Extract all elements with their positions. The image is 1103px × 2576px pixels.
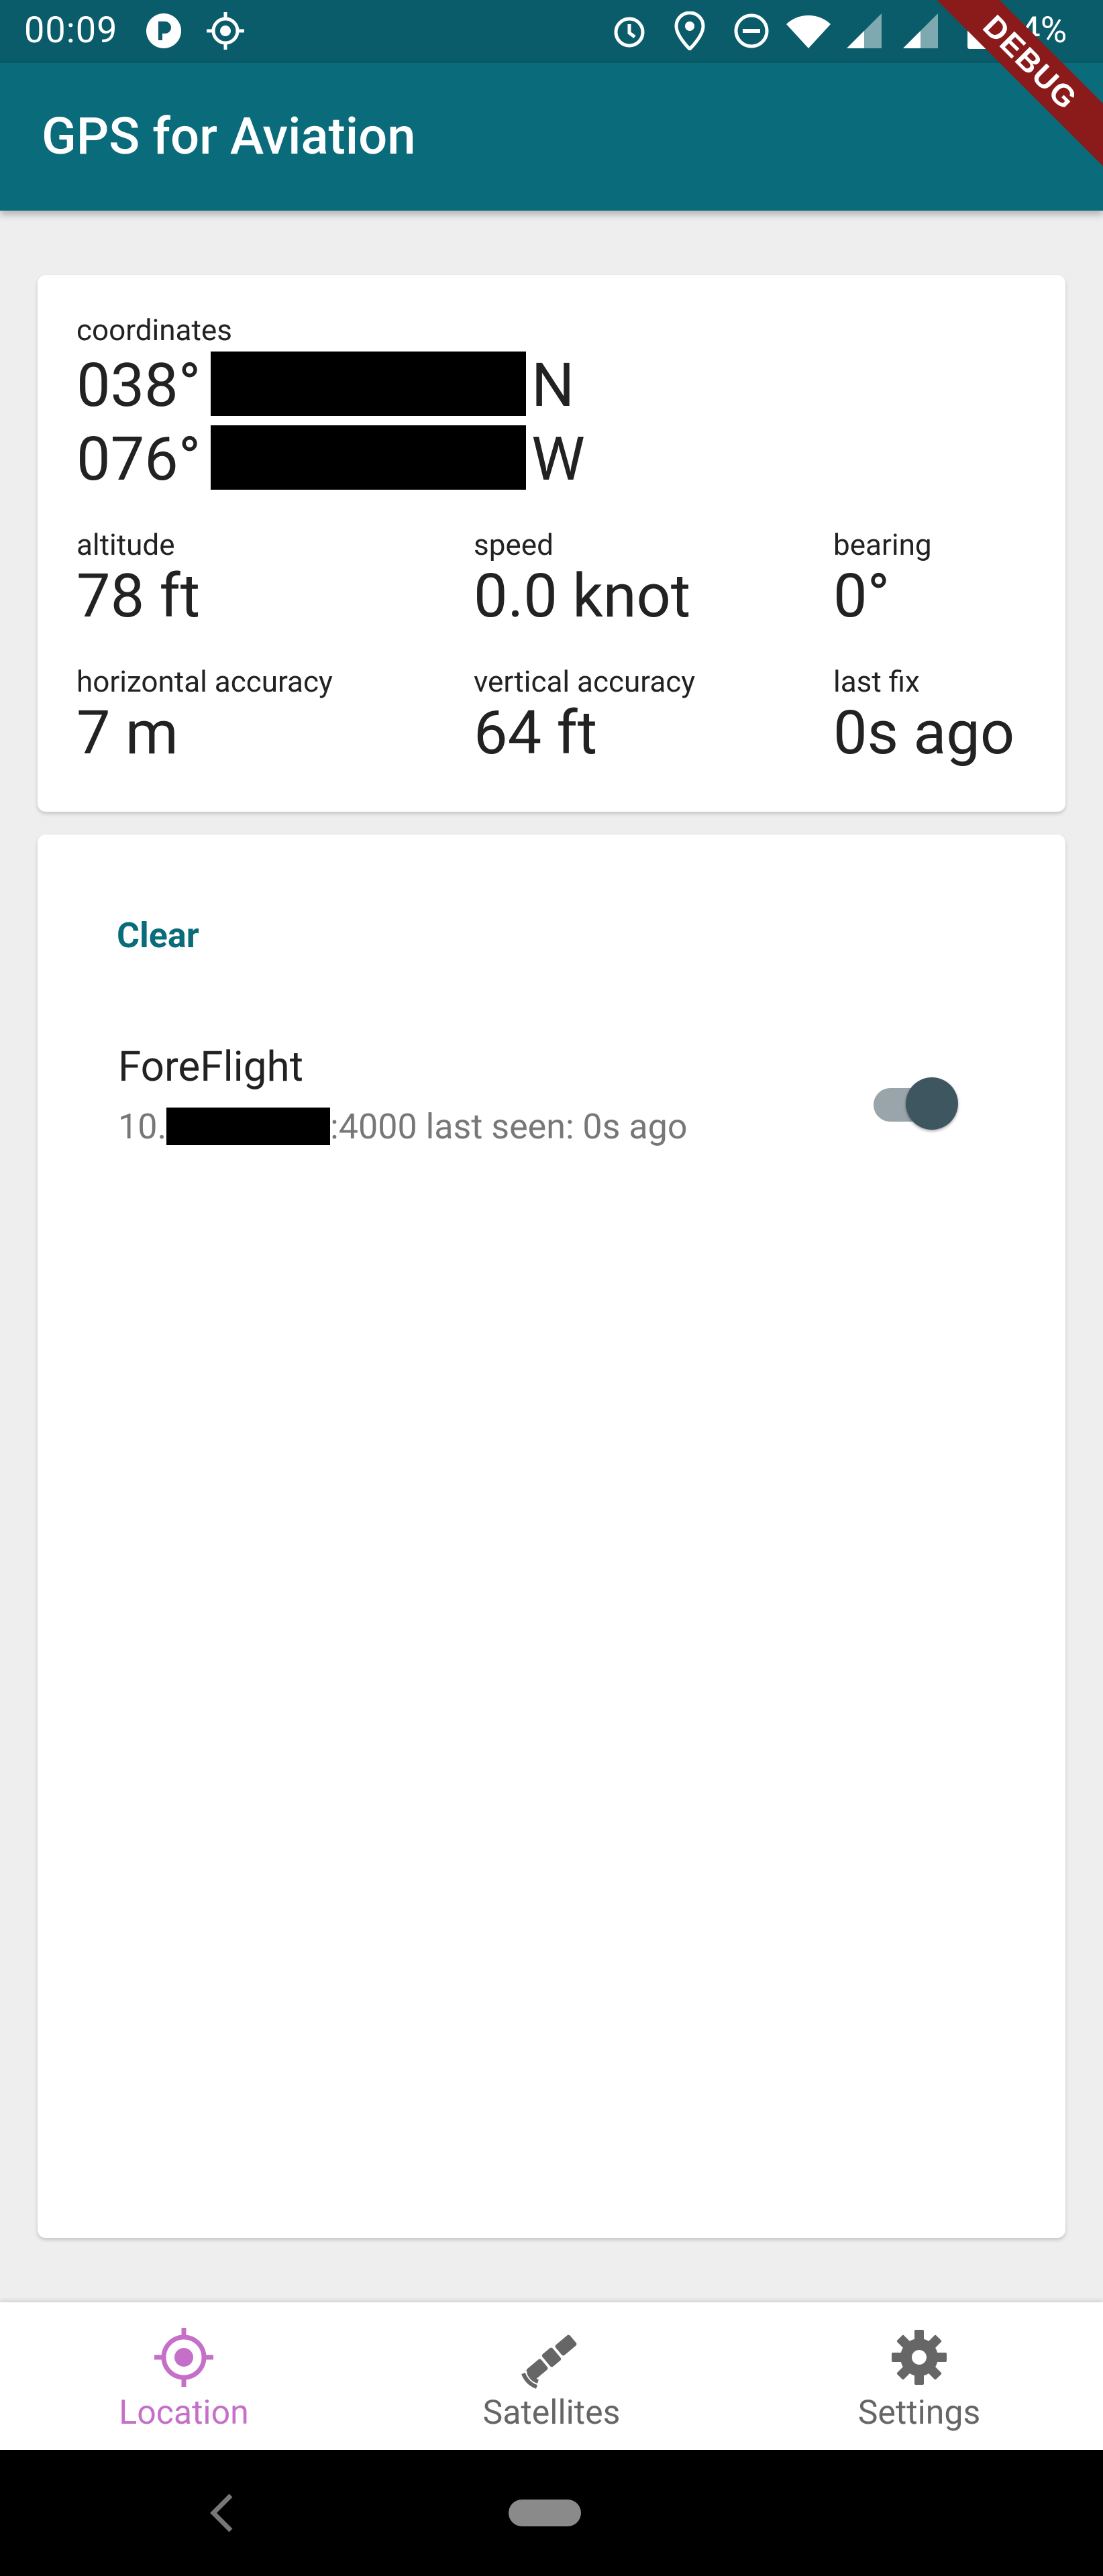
speed-label: speed bbox=[474, 527, 554, 562]
vertical-accuracy-label: vertical accuracy bbox=[474, 664, 696, 699]
nav-satellites-label: Satellites bbox=[482, 2394, 621, 2432]
longitude-direction: W bbox=[531, 424, 585, 494]
connection-toggle[interactable] bbox=[860, 1065, 967, 1139]
app-title: GPS for Aviation bbox=[42, 106, 416, 166]
bearing-label: bearing bbox=[833, 527, 932, 562]
horizontal-accuracy-value: 7 m bbox=[76, 698, 178, 768]
vertical-accuracy-value: 64 ft bbox=[474, 698, 598, 768]
bottom-navigation: Location Satellites Settings bbox=[0, 2302, 1103, 2450]
last-fix-value: 0s ago bbox=[833, 698, 1015, 768]
altitude-value: 78 ft bbox=[76, 561, 201, 631]
connection-item: ForeFlight 10. :4000 last seen: 0s ago bbox=[38, 835, 1065, 1170]
bearing-value: 0° bbox=[833, 561, 890, 631]
debug-banner: DEBUG bbox=[888, 0, 1103, 215]
location-info-card: coordinates 038° N 076° W altitude 78 ft… bbox=[38, 275, 1065, 812]
altitude-label: altitude bbox=[76, 527, 175, 562]
longitude-redacted bbox=[211, 425, 526, 490]
debug-banner-label: DEBUG bbox=[920, 0, 1103, 173]
nav-location[interactable]: Location bbox=[0, 2302, 368, 2450]
toggle-thumb bbox=[906, 1077, 958, 1130]
app-notification-icon bbox=[145, 11, 182, 51]
latitude-direction: N bbox=[531, 350, 575, 421]
longitude-degrees: 076° bbox=[76, 424, 201, 494]
nav-settings-label: Settings bbox=[857, 2394, 981, 2432]
wifi-icon bbox=[785, 11, 832, 51]
location-pin-icon bbox=[674, 11, 706, 51]
last-fix-label: last fix bbox=[833, 664, 920, 699]
connection-name: ForeFlight bbox=[118, 1042, 303, 1091]
signal-icon bbox=[844, 11, 884, 51]
nav-settings[interactable]: Settings bbox=[735, 2302, 1103, 2450]
gear-icon bbox=[889, 2324, 949, 2391]
home-pill[interactable] bbox=[509, 2500, 581, 2526]
connections-card: Clear ForeFlight 10.:4000 last seen: 0s … bbox=[38, 835, 1065, 2238]
alarm-icon bbox=[611, 11, 648, 51]
connection-address-prefix: 10. bbox=[118, 1106, 167, 1147]
nav-satellites[interactable]: Satellites bbox=[368, 2302, 735, 2450]
satellite-icon bbox=[519, 2324, 584, 2391]
speed-value: 0.0 knot bbox=[474, 561, 691, 631]
coordinates-label: coordinates bbox=[76, 313, 232, 347]
location-target-icon bbox=[205, 11, 246, 51]
connection-detail: 10. :4000 last seen: 0s ago bbox=[118, 1106, 688, 1147]
nav-location-label: Location bbox=[119, 2394, 249, 2432]
gps-target-icon bbox=[152, 2324, 216, 2391]
address-redacted bbox=[166, 1108, 331, 1145]
system-nav-bar bbox=[0, 2450, 1103, 2576]
back-icon[interactable] bbox=[205, 2491, 239, 2537]
horizontal-accuracy-label: horizontal accuracy bbox=[76, 664, 333, 699]
latitude-degrees: 038° bbox=[76, 350, 201, 421]
status-time: 00:09 bbox=[24, 9, 118, 52]
latitude-redacted bbox=[211, 352, 526, 416]
do-not-disturb-icon bbox=[733, 11, 770, 51]
connection-address-suffix: :4000 last seen: 0s ago bbox=[330, 1106, 688, 1147]
